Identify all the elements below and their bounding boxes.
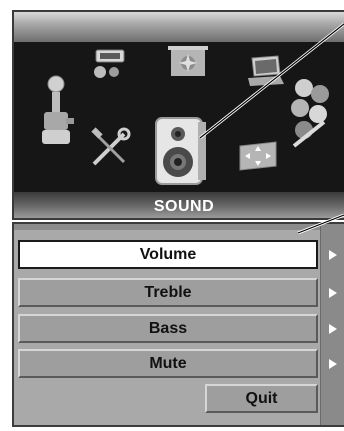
- screen-adjust-icon[interactable]: [236, 140, 280, 172]
- volume-arrow-icon[interactable]: [329, 250, 337, 260]
- treble-arrow-icon[interactable]: [329, 288, 337, 298]
- selected-menu-label: SOUND: [153, 198, 215, 215]
- panel-header-bar: [14, 12, 344, 42]
- submenu-top-divider: [14, 224, 344, 230]
- main-menu-icon-panel: SOUND: [0, 0, 344, 222]
- menu-item-volume[interactable]: Volume: [18, 240, 318, 269]
- joystick-icon[interactable]: [36, 74, 76, 154]
- menu-item-bass[interactable]: Bass: [18, 314, 318, 343]
- menu-item-mute[interactable]: Mute: [18, 349, 318, 378]
- bass-arrow-icon[interactable]: [329, 324, 337, 334]
- mute-arrow-icon[interactable]: [329, 359, 337, 369]
- laptop-icon[interactable]: [246, 54, 286, 88]
- picture-screen-icon[interactable]: [166, 44, 210, 84]
- quit-button[interactable]: Quit: [205, 384, 318, 413]
- color-balls-icon[interactable]: [286, 76, 336, 152]
- projector-menu-screen: SOUND Volume Treble Bass Mute Quit: [0, 0, 344, 431]
- tools-icon[interactable]: [88, 126, 132, 170]
- projector-input-icon[interactable]: [90, 46, 130, 82]
- menu-item-treble[interactable]: Treble: [18, 278, 318, 307]
- icon-panel-frame: SOUND: [12, 10, 344, 220]
- sound-submenu: Volume Treble Bass Mute Quit: [12, 222, 344, 427]
- speaker-icon[interactable]: [154, 116, 210, 188]
